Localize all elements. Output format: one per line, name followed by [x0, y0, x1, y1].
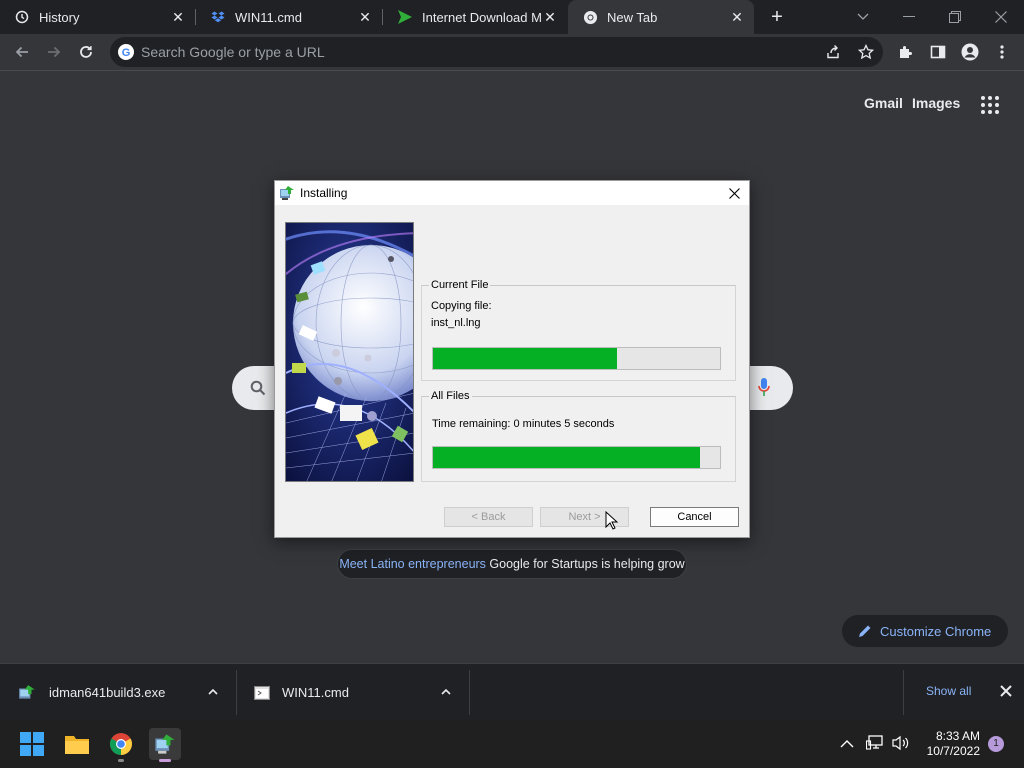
download-shelf: idman641build3.exe WIN11.cmd Show all — [0, 663, 1024, 720]
chevron-up-icon[interactable] — [441, 688, 451, 695]
tab-title: Internet Download Ma — [422, 9, 541, 25]
close-icon[interactable]: ✕ — [169, 8, 187, 26]
forward-arrow-icon[interactable] — [41, 39, 67, 65]
dropbox-icon — [210, 9, 226, 25]
clock-time: 8:33 AM — [935, 729, 980, 743]
tab-new-tab[interactable]: New Tab ✕ — [568, 0, 754, 34]
dialog-titlebar[interactable]: Installing — [275, 181, 749, 205]
promo-banner[interactable]: Meet Latino entrepreneurs Google for Sta… — [337, 549, 687, 579]
close-icon[interactable]: ✕ — [541, 8, 559, 26]
reload-icon[interactable] — [73, 39, 99, 65]
installer-globe-artwork — [285, 222, 414, 482]
network-icon[interactable] — [865, 735, 884, 751]
mouse-cursor-icon — [605, 511, 619, 530]
browser-toolbar: G — [0, 34, 1024, 71]
active-indicator — [159, 759, 171, 762]
menu-kebab-icon[interactable] — [989, 39, 1015, 65]
side-panel-icon[interactable] — [925, 39, 951, 65]
download-file-name: idman641build3.exe — [49, 685, 166, 700]
tray-chevron-up-icon[interactable] — [840, 736, 854, 750]
tab-history[interactable]: History ✕ — [0, 0, 195, 34]
all-files-group: All Files — [421, 390, 736, 482]
notification-badge[interactable]: 1 — [988, 736, 1004, 752]
windows-taskbar: 8:33 AM 10/7/2022 — [0, 720, 1024, 768]
search-icon — [250, 380, 266, 396]
chevron-up-icon[interactable] — [208, 688, 218, 695]
download-divider — [903, 670, 904, 715]
images-link[interactable]: Images — [912, 95, 960, 111]
tab-strip: History ✕ WIN11.cmd ✕ Internet Download … — [0, 0, 1024, 34]
google-apps-grid-icon[interactable] — [978, 93, 1002, 117]
minimize-icon[interactable] — [886, 0, 932, 34]
dialog-title: Installing — [300, 186, 348, 200]
pencil-icon — [859, 625, 871, 637]
extensions-icon[interactable] — [893, 39, 919, 65]
current-file-progress-bar — [432, 347, 721, 370]
tab-win11-cmd[interactable]: WIN11.cmd ✕ — [196, 0, 382, 34]
download-file-name: WIN11.cmd — [282, 685, 349, 700]
copying-file-label: Copying file: — [431, 300, 492, 312]
installing-dialog: Installing Current File Copying file: in… — [274, 180, 750, 538]
bookmark-star-icon[interactable] — [853, 39, 879, 65]
clock-date: 10/7/2022 — [926, 744, 980, 758]
show-all-downloads-link[interactable]: Show all — [926, 684, 971, 698]
promo-link[interactable]: Meet Latino entrepreneurs — [339, 557, 486, 571]
restore-icon[interactable] — [932, 0, 978, 34]
time-remaining-text: Time remaining: 0 minutes 5 seconds — [432, 418, 615, 430]
omnibox[interactable]: G — [110, 37, 883, 67]
back-arrow-icon[interactable] — [9, 39, 35, 65]
share-icon[interactable] — [820, 39, 846, 65]
tab-title: New Tab — [607, 9, 658, 25]
gmail-link[interactable]: Gmail — [864, 95, 903, 111]
download-item[interactable]: idman641build3.exe — [18, 664, 228, 721]
download-divider — [236, 670, 237, 715]
close-download-shelf-icon[interactable] — [998, 683, 1014, 699]
microphone-icon[interactable] — [758, 378, 770, 398]
customize-chrome-label: Customize Chrome — [880, 623, 992, 639]
google-g-icon: G — [118, 44, 134, 60]
idm-installer-icon — [19, 684, 35, 699]
close-icon[interactable]: ✕ — [728, 8, 746, 26]
window-close-icon[interactable] — [978, 0, 1024, 34]
customize-chrome-button[interactable]: Customize Chrome — [842, 615, 1008, 647]
profile-avatar-icon[interactable] — [957, 39, 983, 65]
promo-text: Google for Startups is helping grow — [489, 557, 685, 571]
omnibox-input[interactable] — [141, 42, 781, 62]
windows-start-icon[interactable] — [16, 728, 48, 760]
tab-internet-download-manager[interactable]: Internet Download Ma ✕ — [383, 0, 567, 34]
all-files-progress-fill — [433, 447, 700, 468]
tab-title: WIN11.cmd — [235, 9, 302, 25]
installer-taskbar-icon[interactable] — [149, 728, 181, 762]
chrome-taskbar-icon[interactable] — [105, 728, 137, 762]
file-explorer-icon[interactable] — [61, 728, 93, 760]
new-tab-plus-icon[interactable]: + — [766, 6, 788, 28]
history-icon — [14, 9, 30, 25]
running-indicator — [118, 759, 124, 762]
current-file-name: inst_nl.lng — [431, 317, 481, 329]
close-icon[interactable]: ✕ — [356, 8, 374, 26]
svg-text:G: G — [122, 47, 131, 59]
all-files-progress-bar — [432, 446, 721, 469]
current-file-group-title: Current File — [429, 279, 491, 291]
volume-icon[interactable] — [892, 735, 910, 751]
cmd-file-icon — [254, 685, 270, 700]
current-file-progress-fill — [433, 348, 617, 369]
tab-search-chevron-icon[interactable] — [840, 0, 886, 34]
back-button[interactable]: < Back — [444, 507, 533, 527]
tab-title: History — [39, 9, 80, 25]
download-divider — [469, 670, 470, 715]
system-clock[interactable]: 8:33 AM 10/7/2022 — [920, 729, 980, 759]
download-item[interactable]: WIN11.cmd — [254, 664, 460, 721]
idm-icon — [397, 9, 413, 25]
dialog-close-icon[interactable] — [725, 184, 743, 202]
all-files-group-title: All Files — [429, 390, 472, 402]
chrome-icon — [582, 9, 598, 25]
cancel-button[interactable]: Cancel — [650, 507, 739, 527]
installer-app-icon — [280, 186, 294, 200]
